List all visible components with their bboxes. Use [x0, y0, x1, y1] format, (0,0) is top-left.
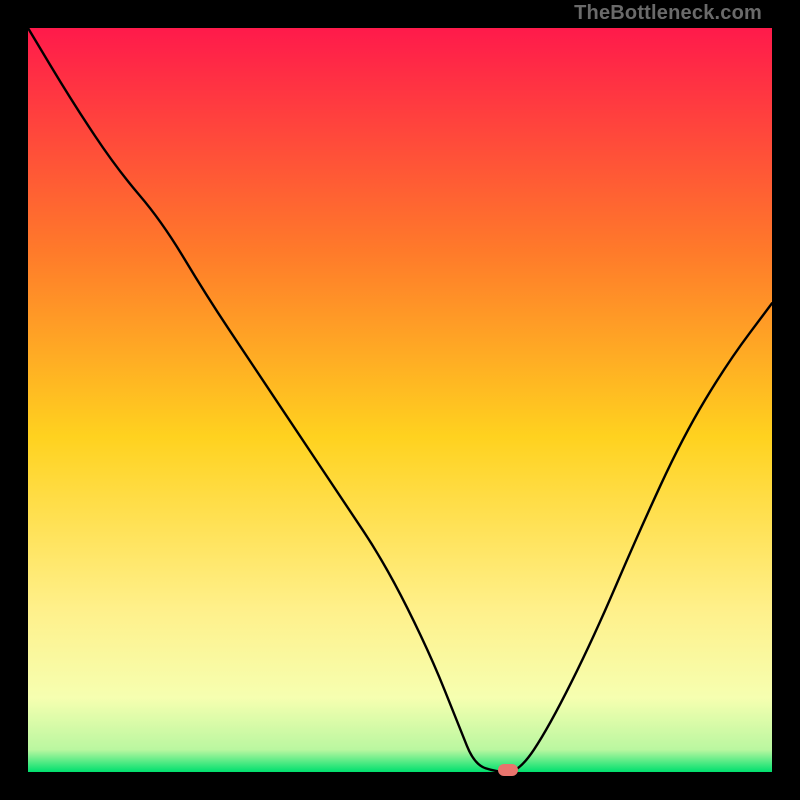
chart-frame: TheBottleneck.com [0, 0, 800, 800]
gradient-background [28, 28, 772, 772]
plot-area [28, 28, 772, 772]
optimal-marker [498, 764, 518, 776]
plot-svg [28, 28, 772, 772]
attribution-text: TheBottleneck.com [574, 2, 762, 25]
